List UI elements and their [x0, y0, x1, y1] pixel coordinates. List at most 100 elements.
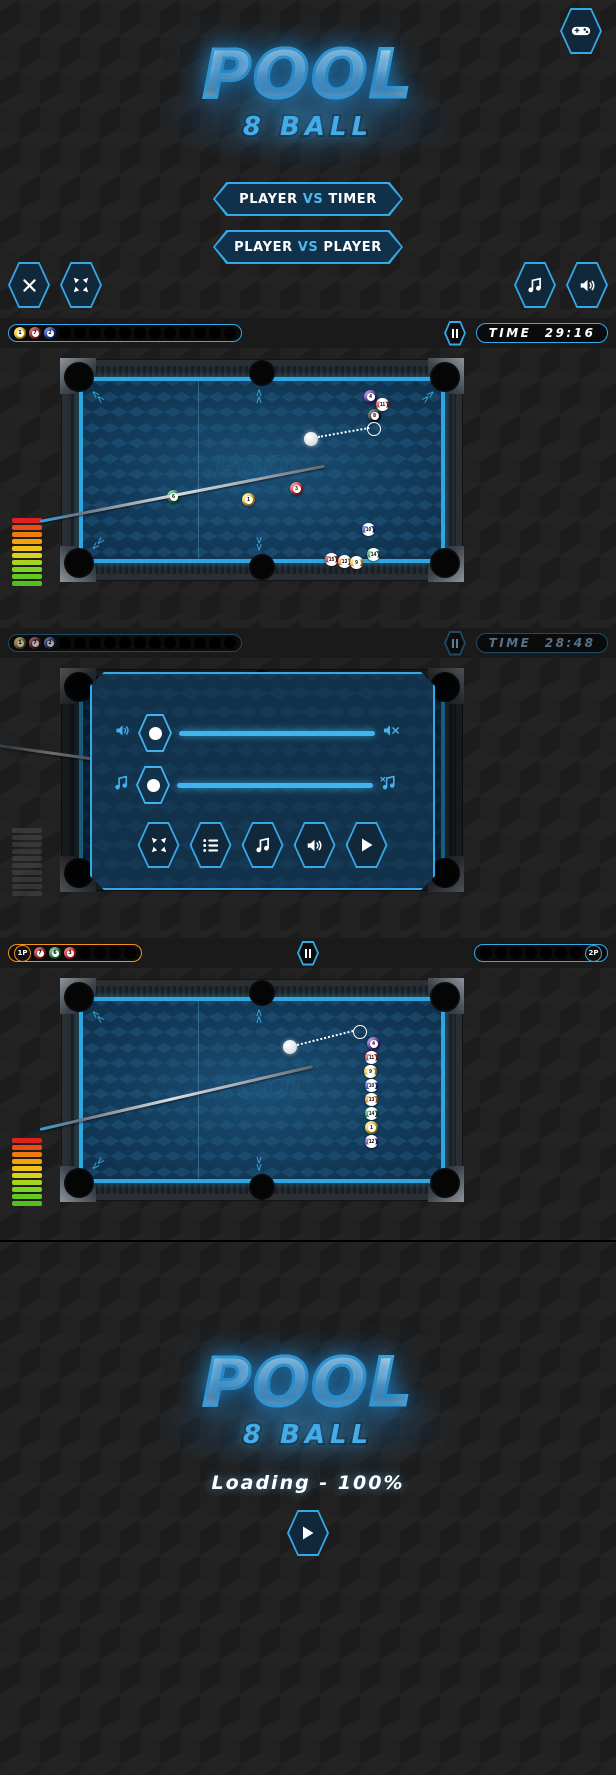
table-ball: 10 [362, 523, 375, 536]
music-icon [516, 264, 554, 306]
music-slider-handle[interactable] [136, 766, 170, 804]
chevron-icon: ∧ ∧ [255, 387, 264, 406]
tray-ball: 7 [29, 327, 41, 339]
empty-slot [104, 637, 116, 649]
ball-number: 14 [369, 550, 378, 559]
table-ball: 8 [368, 409, 381, 422]
game2-hud: 1 7 2 TIME 28:48 [0, 628, 616, 658]
empty-slot [59, 637, 71, 649]
menu-list-button[interactable] [190, 822, 232, 868]
list-icon [192, 824, 230, 866]
pause-button[interactable] [444, 320, 466, 346]
table-ball: 1 [242, 493, 255, 506]
player2-ball-tray: 2P [474, 944, 608, 962]
pocket-top-mid [251, 982, 273, 1004]
empty-slot [209, 637, 221, 649]
sound-slider-row [114, 714, 401, 752]
background-pattern [0, 1240, 616, 1775]
loading-status: Loading - 100% [211, 1472, 405, 1494]
fullscreen-exit-icon [62, 264, 100, 306]
pocket-bottom-right [432, 1170, 458, 1196]
music-slider-track[interactable] [177, 783, 373, 788]
pvt-label-1: PLAYER [239, 191, 298, 207]
tray-ball: 7 [29, 637, 41, 649]
empty-slot [224, 637, 236, 649]
pocket-bottom-mid [251, 1176, 273, 1198]
sound-slider-handle[interactable] [138, 714, 172, 752]
power-meter [12, 828, 42, 896]
player-vs-timer-button[interactable]: PLAYER VS TIMER [213, 182, 403, 216]
tray-ball: 3 [64, 947, 76, 959]
music-button[interactable] [514, 262, 556, 308]
table-ball: 14 [365, 1107, 378, 1120]
ball-number: 13 [367, 1095, 376, 1104]
empty-slot [194, 637, 206, 649]
pause-icon [446, 322, 464, 344]
empty-slot [149, 327, 161, 339]
timer-value: 28:48 [544, 636, 596, 650]
sound-slider-track[interactable] [179, 731, 375, 736]
play-icon [348, 824, 386, 866]
empty-slot [179, 637, 191, 649]
empty-slot [74, 637, 86, 649]
ball-number: 11 [378, 400, 387, 409]
ball-number: 6 [51, 949, 59, 957]
fullscreen-button[interactable] [138, 822, 180, 868]
ball-number: 1 [16, 639, 24, 647]
music-icon [114, 775, 129, 796]
game-screen-settings: 1 7 2 TIME 28:48 [0, 620, 616, 930]
tray-ball: 7 [34, 947, 46, 959]
cue-ball[interactable] [283, 1040, 297, 1054]
pause-button[interactable] [297, 940, 319, 966]
main-menu: PLAYER VS TIMER PLAYER VS PLAYER [0, 182, 616, 264]
logo-title: POOL [0, 40, 616, 109]
sound-button[interactable] [566, 262, 608, 308]
resume-button[interactable] [346, 822, 388, 868]
close-button[interactable] [8, 262, 50, 308]
logo-subtitle: 8 BALL [241, 110, 374, 144]
empty-slot [194, 327, 206, 339]
player-vs-player-button[interactable]: PLAYER VS PLAYER [213, 230, 403, 264]
timer-value: 29:16 [544, 326, 596, 340]
pvp-label-1: PLAYER [234, 239, 293, 255]
sound-button[interactable] [294, 822, 336, 868]
tray-ball: 2 [44, 327, 56, 339]
pocket-bottom-mid [251, 556, 273, 578]
pocket-top-mid [251, 362, 273, 384]
left-button-group [8, 262, 102, 308]
table-ball: 12 [365, 1135, 378, 1148]
tray-ball: 6 [49, 947, 61, 959]
game3-hud: 1P 7 6 3 2P [0, 938, 616, 968]
music-button[interactable] [242, 822, 284, 868]
timer-label: TIME [488, 636, 532, 650]
pocket-top-left [66, 364, 92, 390]
ball-number: 2 [46, 639, 54, 647]
empty-slot [104, 327, 116, 339]
pool-table[interactable]: POOL 8 BALL ∧ ∧ ∧ ∧ ∧ ∧ ∧ ∧ ∧ ∧ 4 11 8 3 1 6 … [39, 358, 462, 580]
empty-slot [134, 327, 146, 339]
empty-slot [59, 327, 71, 339]
player2-badge: 2P [585, 944, 602, 962]
pvt-label-2: TIMER [328, 191, 377, 207]
pause-button[interactable] [444, 630, 466, 656]
empty-slot [480, 947, 492, 959]
fullscreen-button[interactable] [60, 262, 102, 308]
empty-slot [495, 947, 507, 959]
pocketed-ball-tray: 1 7 2 [8, 634, 242, 652]
player1-ball-tray: 1P 7 6 3 [8, 944, 142, 962]
empty-slot [79, 947, 91, 959]
pocketed-ball-tray: 1 7 2 [8, 324, 242, 342]
table-ball: 14 [367, 548, 380, 561]
pvt-label-vs: VS [302, 191, 324, 207]
pause-icon [446, 632, 464, 654]
cue-ball[interactable] [304, 432, 318, 446]
ball-number: 1 [244, 495, 253, 504]
play-icon [289, 1512, 327, 1554]
table-ball: 9 [364, 1065, 377, 1078]
empty-slot [124, 947, 136, 959]
sound-mute-icon[interactable] [382, 723, 401, 743]
ball-number: 3 [66, 949, 74, 957]
music-mute-icon[interactable] [380, 775, 398, 796]
sound-icon [296, 824, 334, 866]
pool-table[interactable]: POOL 8 BALL ∧ ∧ ∧ ∧ ∧ ∧ ∧ ∧ 4 11 9 10 13 14 … [39, 978, 462, 1200]
